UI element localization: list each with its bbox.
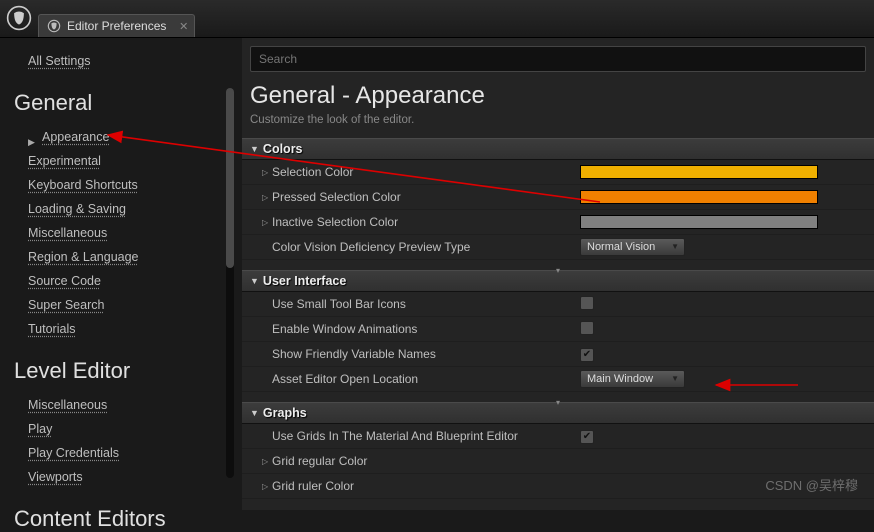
page-subtitle: Customize the look of the editor.: [242, 114, 874, 138]
sidebar-item-appearance[interactable]: Appearance: [42, 130, 109, 144]
sidebar-item-miscellaneous[interactable]: Miscellaneous: [28, 226, 242, 240]
prop-label: Pressed Selection Color: [272, 190, 580, 204]
sidebar-item-le-misc[interactable]: Miscellaneous: [28, 398, 242, 412]
page-title: General - Appearance: [242, 82, 874, 114]
color-swatch[interactable]: [580, 215, 818, 229]
checkbox[interactable]: ✔: [580, 348, 594, 362]
prop-label: Use Small Tool Bar Icons: [272, 297, 580, 311]
category-header-general: General: [14, 90, 242, 116]
chevron-right-icon[interactable]: ▷: [262, 457, 272, 466]
sidebar: All Settings General ▶ Appearance Experim…: [0, 38, 242, 510]
tab-editor-preferences[interactable]: Editor Preferences ✕: [38, 14, 195, 37]
prop-label: Use Grids In The Material And Blueprint …: [272, 429, 580, 443]
chevron-down-icon: ▼: [250, 276, 259, 286]
sidebar-item-viewports[interactable]: Viewports: [28, 470, 242, 484]
expand-more-icon[interactable]: ▾: [242, 260, 874, 270]
sidebar-item-region-language[interactable]: Region & Language: [28, 250, 242, 264]
prop-label: Grid regular Color: [272, 454, 580, 468]
prop-label: Grid ruler Color: [272, 479, 580, 493]
search-input[interactable]: [250, 46, 866, 72]
unreal-logo-icon: [6, 5, 32, 31]
sidebar-item-tutorials[interactable]: Tutorials: [28, 322, 242, 336]
checkbox[interactable]: [580, 296, 594, 310]
sidebar-item-play[interactable]: Play: [28, 422, 242, 436]
chevron-right-icon[interactable]: ▷: [262, 193, 272, 202]
color-swatch[interactable]: [580, 165, 818, 179]
sidebar-item-source-code[interactable]: Source Code: [28, 274, 242, 288]
close-icon[interactable]: ✕: [179, 20, 188, 33]
sidebar-scrollbar[interactable]: [226, 88, 234, 478]
sidebar-item-play-credentials[interactable]: Play Credentials: [28, 446, 242, 460]
content-panel: General - Appearance Customize the look …: [242, 38, 874, 510]
chevron-right-icon[interactable]: ▷: [262, 482, 272, 491]
chevron-right-icon[interactable]: ▷: [262, 218, 272, 227]
sidebar-item-experimental[interactable]: Experimental: [28, 154, 242, 168]
sidebar-item-keyboard-shortcuts[interactable]: Keyboard Shortcuts: [28, 178, 242, 192]
prop-label: Show Friendly Variable Names: [272, 347, 580, 361]
prop-label: Color Vision Deficiency Preview Type: [272, 240, 580, 254]
sidebar-item-loading-saving[interactable]: Loading & Saving: [28, 202, 242, 216]
expand-more-icon[interactable]: ▾: [242, 392, 874, 402]
sidebar-item-super-search[interactable]: Super Search: [28, 298, 242, 312]
titlebar: Editor Preferences ✕: [0, 0, 874, 38]
prop-label: Selection Color: [272, 165, 580, 179]
chevron-right-icon[interactable]: ▶: [28, 137, 38, 148]
prop-label: Inactive Selection Color: [272, 215, 580, 229]
sidebar-all-settings[interactable]: All Settings: [28, 54, 242, 68]
chevron-right-icon[interactable]: ▷: [262, 168, 272, 177]
chevron-down-icon: ▼: [250, 408, 259, 418]
open-location-dropdown[interactable]: Main Window: [580, 370, 685, 388]
category-header-level-editor: Level Editor: [14, 358, 242, 384]
unreal-logo-icon: [47, 19, 61, 33]
prop-label: Enable Window Animations: [272, 322, 580, 336]
cvd-dropdown[interactable]: Normal Vision: [580, 238, 685, 256]
tab-label: Editor Preferences: [67, 19, 166, 33]
checkbox[interactable]: ✔: [580, 430, 594, 444]
prop-label: Asset Editor Open Location: [272, 372, 580, 386]
chevron-down-icon: ▼: [250, 144, 259, 154]
color-swatch[interactable]: [580, 190, 818, 204]
section-header-colors[interactable]: ▼ Colors: [242, 138, 874, 160]
checkbox[interactable]: [580, 321, 594, 335]
